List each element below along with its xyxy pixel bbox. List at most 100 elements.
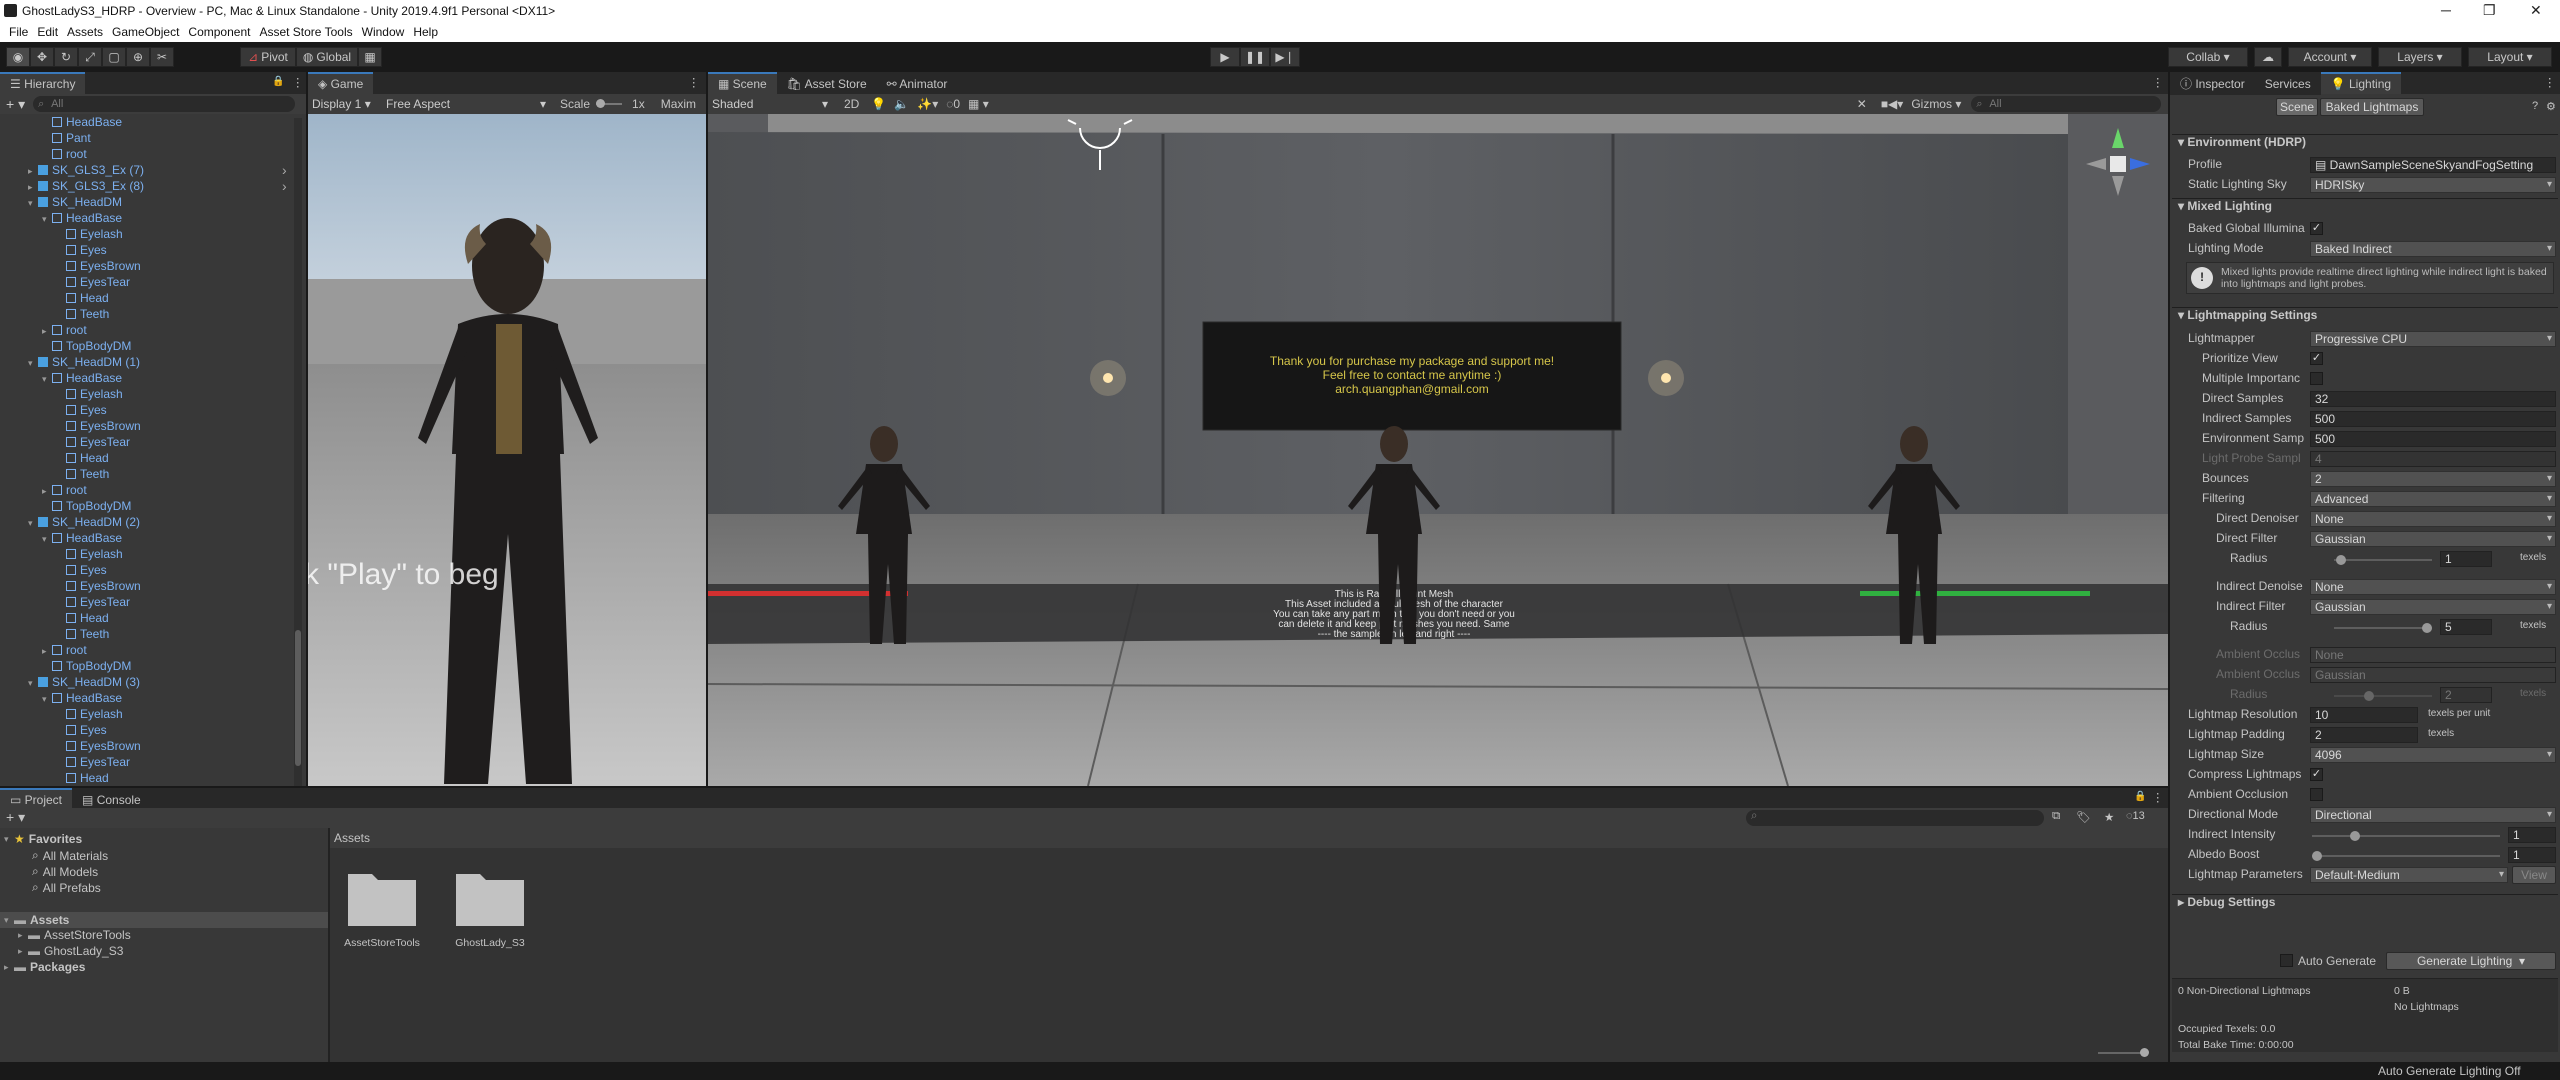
menu-assets[interactable]: Assets xyxy=(67,22,103,42)
step-button[interactable]: ▶❘ xyxy=(1270,47,1300,67)
camera-dropdown-icon[interactable]: ■◀▾ xyxy=(1881,97,1904,111)
asset-store-tools-folder[interactable]: ▸ ▬ AssetStoreTools xyxy=(18,928,131,942)
chevron-down-icon[interactable]: ▾ xyxy=(28,195,38,211)
hierarchy-item[interactable]: ▾ SK_HeadDM (1) xyxy=(28,354,140,370)
hand-tool-icon[interactable]: ◉ xyxy=(6,47,30,67)
hierarchy-item[interactable]: ▾ SK_HeadDM xyxy=(28,194,122,210)
custom-tool-icon[interactable]: ✂ xyxy=(150,47,174,67)
hierarchy-item[interactable]: ▸ root xyxy=(42,322,87,338)
folder-tile[interactable]: GhostLady_S3 xyxy=(452,866,528,949)
game-viewport[interactable]: k "Play" to beg xyxy=(308,114,706,786)
help-icon[interactable]: ? xyxy=(2532,100,2538,112)
layout-dropdown[interactable]: Layout ▾ xyxy=(2468,47,2552,67)
hidden-objects-icon[interactable]: ◌0 xyxy=(946,97,960,111)
hierarchy-item[interactable]: Teeth xyxy=(56,466,109,482)
aspect-dropdown[interactable]: Free Aspect ▾ xyxy=(386,97,552,111)
chevron-down-icon[interactable]: ▾ xyxy=(28,355,38,371)
hierarchy-item[interactable]: EyesTear xyxy=(56,754,130,770)
hierarchy-item[interactable]: Eyes xyxy=(56,722,107,738)
tab-asset-store[interactable]: 🛍 Asset Store xyxy=(776,73,877,95)
menu-window[interactable]: Window xyxy=(362,22,405,42)
tab-inspector[interactable]: ⓘ Inspector xyxy=(2170,73,2255,95)
rotate-tool-icon[interactable]: ↻ xyxy=(54,47,78,67)
favorite-all-materials[interactable]: ⌕ All Materials xyxy=(32,848,108,863)
cloud-icon[interactable]: ☁ xyxy=(2254,47,2282,67)
menu-file[interactable]: File xyxy=(9,22,28,42)
panel-menu-icon[interactable]: ⋮ xyxy=(688,75,700,89)
favorite-star-icon[interactable]: ★ xyxy=(2104,810,2114,824)
hierarchy-item[interactable]: Eyes xyxy=(56,562,107,578)
project-search-input[interactable]: ⌕ xyxy=(1746,810,2044,826)
panel-menu-icon[interactable]: ⋮ xyxy=(2152,790,2164,804)
hierarchy-item[interactable]: Eyelash xyxy=(56,386,123,402)
hierarchy-item[interactable]: root xyxy=(42,146,87,162)
menu-edit[interactable]: Edit xyxy=(37,22,58,42)
scene-subtab[interactable]: Scene xyxy=(2276,98,2318,116)
tools-icon[interactable]: ✕ xyxy=(1857,97,1867,111)
tab-hierarchy[interactable]: ☰ Hierarchy xyxy=(0,72,86,94)
hierarchy-item[interactable]: TopBodyDM xyxy=(42,498,131,514)
chevron-right-icon[interactable]: ▸ xyxy=(42,643,52,659)
audio-toggle-icon[interactable]: 🔈 xyxy=(894,97,909,111)
scale-slider[interactable] xyxy=(596,99,623,108)
account-dropdown[interactable]: Account ▾ xyxy=(2288,47,2372,67)
hierarchy-item[interactable]: Eyelash xyxy=(56,706,123,722)
chevron-right-icon[interactable]: ▸ xyxy=(28,179,38,195)
icon-size-slider[interactable] xyxy=(2098,1048,2149,1057)
hierarchy-item[interactable]: Head xyxy=(56,770,109,786)
hierarchy-item[interactable]: ▾ SK_HeadDM (2) xyxy=(28,514,140,530)
hierarchy-item[interactable]: ▸ SK_GLS3_Ex (7) › xyxy=(28,162,287,179)
move-tool-icon[interactable]: ✥ xyxy=(30,47,54,67)
hierarchy-item[interactable]: TopBodyDM xyxy=(42,658,131,674)
gizmos-dropdown[interactable]: Gizmos ▾ xyxy=(1911,97,1961,111)
chevron-down-icon[interactable]: ▾ xyxy=(42,211,52,227)
hierarchy-item[interactable]: HeadBase xyxy=(42,114,122,130)
hidden-count-icon[interactable]: ◌13 xyxy=(2126,810,2145,822)
hierarchy-item[interactable]: EyesBrown xyxy=(56,418,141,434)
chevron-down-icon[interactable]: ▾ xyxy=(42,691,52,707)
hierarchy-item[interactable]: Head xyxy=(56,450,109,466)
scene-viewport[interactable]: Thank you for purchase my package and su… xyxy=(708,114,2168,786)
close-button[interactable]: ✕ xyxy=(2530,2,2542,19)
hierarchy-search-input[interactable]: ⌕ All xyxy=(33,96,296,112)
tab-project[interactable]: ▭ Project xyxy=(0,788,73,810)
favorite-all-models[interactable]: ⌕ All Models xyxy=(32,864,98,879)
global-toggle[interactable]: ◍ Global xyxy=(296,47,358,67)
hierarchy-item[interactable]: Eyelash xyxy=(56,546,123,562)
chevron-down-icon[interactable]: ▾ xyxy=(28,515,38,531)
pivot-toggle[interactable]: ⊿ Pivot xyxy=(240,47,296,67)
panel-menu-icon[interactable]: ⋮ xyxy=(292,75,304,89)
hierarchy-item[interactable]: ▾ HeadBase xyxy=(42,530,122,546)
menu-asset-store-tools[interactable]: Asset Store Tools xyxy=(259,22,352,42)
hierarchy-item[interactable]: EyesBrown xyxy=(56,578,141,594)
scene-search-input[interactable]: ⌕ All xyxy=(1971,96,2162,112)
folder-tile[interactable]: AssetStoreTools xyxy=(344,866,420,949)
hierarchy-item[interactable]: Head xyxy=(56,290,109,306)
maximize-button[interactable]: ❐ xyxy=(2483,2,2496,19)
tab-lighting[interactable]: 💡 Lighting xyxy=(2320,72,2402,94)
chevron-right-icon[interactable]: ▸ xyxy=(28,163,38,179)
hierarchy-item[interactable]: ▾ HeadBase xyxy=(42,210,122,226)
hierarchy-item[interactable]: EyesBrown xyxy=(56,738,141,754)
lighting-toggle-icon[interactable]: 💡 xyxy=(871,97,886,111)
scrollbar-thumb[interactable] xyxy=(295,630,301,766)
hierarchy-item[interactable]: ▸ root xyxy=(42,482,87,498)
menu-gameobject[interactable]: GameObject xyxy=(112,22,179,42)
hierarchy-item[interactable]: ▾ HeadBase xyxy=(42,370,122,386)
chevron-right-icon[interactable]: ▸ xyxy=(42,483,52,499)
rect-tool-icon[interactable]: ▢ xyxy=(102,47,126,67)
minimize-button[interactable]: ─ xyxy=(2441,2,2451,18)
hierarchy-item[interactable]: ▸ root xyxy=(42,642,87,658)
favorites-item[interactable]: ▾ ★ Favorites xyxy=(4,832,82,846)
hierarchy-item[interactable]: EyesTear xyxy=(56,434,130,450)
transform-tool-icon[interactable]: ⊕ xyxy=(126,47,150,67)
scale-tool-icon[interactable]: ⤢ xyxy=(78,47,102,67)
hierarchy-item[interactable]: ▾ HeadBase xyxy=(42,690,122,706)
hierarchy-item[interactable]: Eyelash xyxy=(56,226,123,242)
hierarchy-item[interactable]: TopBodyDM xyxy=(42,338,131,354)
pause-button[interactable]: ❚❚ xyxy=(1240,47,1270,67)
grid-dropdown-icon[interactable]: ▦ ▾ xyxy=(968,97,989,111)
hierarchy-item[interactable]: Teeth xyxy=(56,626,109,642)
tab-game[interactable]: ◈ Game xyxy=(308,72,374,94)
lock-icon[interactable]: 🔒 xyxy=(272,76,284,87)
